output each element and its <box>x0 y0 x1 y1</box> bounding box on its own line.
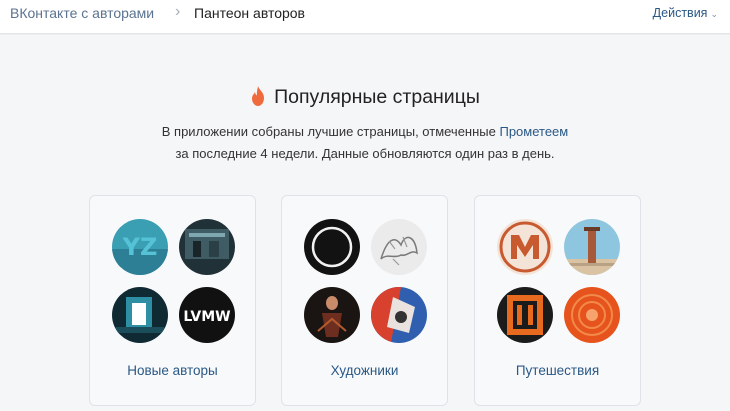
breadcrumb-root-link[interactable]: ВКонтакте с авторами <box>10 5 154 21</box>
travel-avatar[interactable] <box>564 219 620 275</box>
top-header: ВКонтакте с авторами › Пантеон авторов Д… <box>0 0 730 34</box>
breadcrumb-separator: › <box>175 3 181 20</box>
category-card-artists[interactable]: Художники <box>281 195 448 406</box>
category-label[interactable]: Путешествия <box>475 363 640 378</box>
flame-icon <box>250 86 266 112</box>
author-avatar[interactable]: LVMW <box>179 287 235 343</box>
category-card-new-authors[interactable]: YZ LVMW Новые авторы <box>89 195 256 406</box>
artist-avatar[interactable] <box>304 219 360 275</box>
author-avatar[interactable] <box>179 219 235 275</box>
section-description: В приложении собраны лучшие страницы, от… <box>0 121 730 165</box>
avatar-text: YZ <box>122 233 158 261</box>
avatar-text: LVMW <box>183 309 230 325</box>
artist-avatar[interactable] <box>371 287 427 343</box>
actions-label: Действия <box>652 6 708 20</box>
category-label[interactable]: Новые авторы <box>90 363 255 378</box>
popular-pages-panel: Популярные страницы В приложении собраны… <box>0 35 730 411</box>
section-title: Популярные страницы <box>0 86 730 112</box>
artist-avatar[interactable] <box>304 287 360 343</box>
section-title-text: Популярные страницы <box>274 86 480 108</box>
category-card-travel[interactable]: Путешествия <box>474 195 641 406</box>
author-avatar[interactable] <box>112 287 168 343</box>
chevron-down-icon: ⌄ <box>710 9 718 19</box>
actions-dropdown[interactable]: Действия ⌄ <box>653 6 718 20</box>
description-text-2: за последние 4 недели. Данные обновляютс… <box>175 146 555 161</box>
travel-avatar[interactable] <box>497 219 553 275</box>
prometheus-link[interactable]: Прометеем <box>499 124 568 139</box>
artist-avatar[interactable] <box>371 219 427 275</box>
category-label[interactable]: Художники <box>282 363 447 378</box>
author-avatar[interactable]: YZ <box>112 219 168 275</box>
description-text-1: В приложении собраны лучшие страницы, от… <box>161 124 500 139</box>
travel-avatar[interactable] <box>497 287 553 343</box>
breadcrumb-current: Пантеон авторов <box>194 5 305 21</box>
travel-avatar[interactable] <box>564 287 620 343</box>
